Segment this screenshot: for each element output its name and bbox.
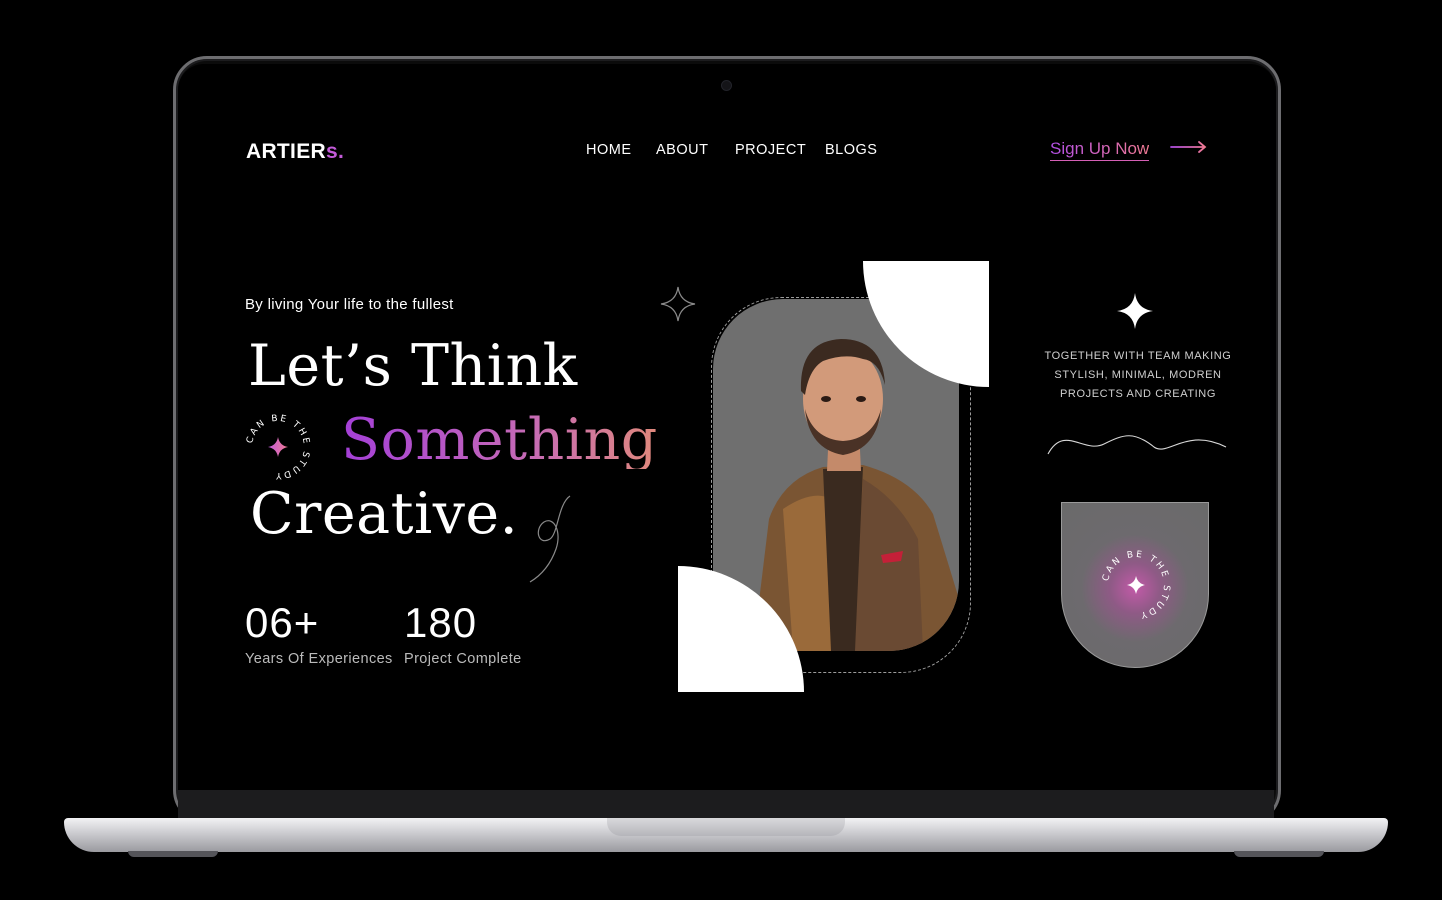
sparkle-icon: [1117, 293, 1153, 329]
side-text-line: TOGETHER WITH TEAM MAKING: [1044, 350, 1232, 362]
wave-line-icon: [1047, 435, 1227, 455]
screen-bottom-bezel: [178, 790, 1274, 820]
side-description: TOGETHER WITH TEAM MAKING STYLISH, MINIM…: [1033, 347, 1243, 404]
camera: [721, 80, 732, 91]
nav-blogs[interactable]: BLOGS: [825, 142, 877, 158]
hero-tagline: By living Your life to the fullest: [245, 296, 454, 313]
logo[interactable]: ARTIERs.: [246, 140, 344, 164]
laptop-foot: [128, 851, 218, 857]
hero-line-1: Let’s Think: [248, 333, 578, 399]
laptop-foot: [1234, 851, 1324, 857]
sparkle-icon: [268, 437, 288, 457]
nav-about[interactable]: ABOUT: [656, 142, 708, 158]
screen: ARTIERs. HOME ABOUT PROJECT BLOGS Sign U…: [178, 64, 1276, 790]
stat-projects-label: Project Complete: [404, 651, 522, 667]
nav-project[interactable]: PROJECT: [735, 142, 806, 158]
logo-accent: s.: [325, 140, 345, 163]
stat-years-value: 06+: [245, 599, 320, 646]
signup-link[interactable]: Sign Up Now: [1050, 139, 1150, 161]
arch-card: CAN BE THE STUDY: [1061, 502, 1209, 668]
arrow-right-icon[interactable]: [1170, 140, 1208, 154]
side-text-line: STYLISH, MINIMAL, MODREN: [1054, 369, 1222, 381]
sparkle-icon: [1127, 576, 1145, 594]
sparkle-outline-icon: [660, 286, 696, 322]
circular-badge: CAN BE THE STUDY: [1101, 550, 1169, 620]
logo-main: ARTIER: [246, 140, 326, 163]
stat-projects-value: 180: [404, 599, 478, 646]
hero-line-3: Creative.: [250, 481, 519, 547]
nav-home[interactable]: HOME: [586, 142, 632, 158]
circular-badge: CAN BE THE STUDY: [245, 414, 309, 480]
swirl-decoration-icon: [529, 495, 571, 583]
stat-years-label: Years Of Experiences: [245, 651, 393, 667]
laptop-notch: [607, 818, 845, 836]
hero-line-2: Something: [341, 407, 658, 473]
side-text-line: PROJECTS AND CREATING: [1059, 388, 1217, 400]
